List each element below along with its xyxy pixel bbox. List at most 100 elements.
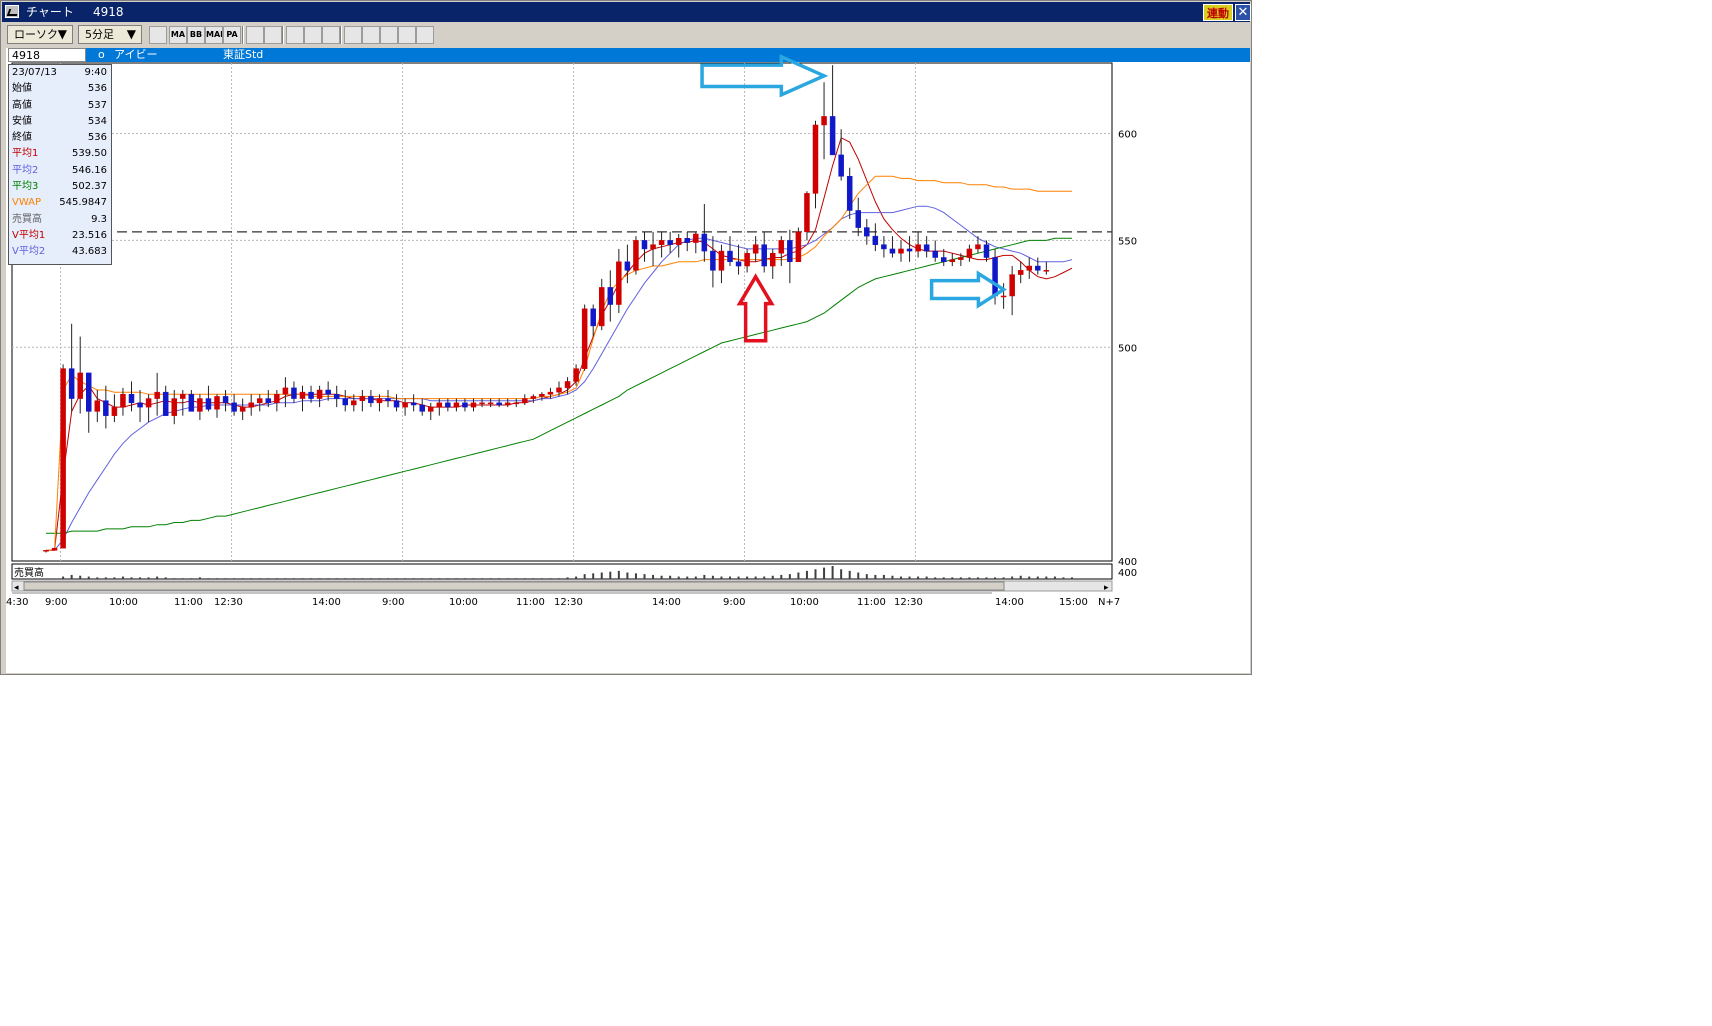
candle-body (710, 250, 716, 271)
param-icon[interactable] (264, 26, 282, 44)
table-icon[interactable] (304, 26, 322, 44)
candle-body (393, 400, 400, 408)
candle-body (590, 308, 596, 327)
legend-row: 始値 536 (9, 81, 111, 97)
scroll-right-icon: ▸ (1104, 583, 1109, 593)
pa-icon[interactable]: PA (223, 26, 241, 44)
legend-row: VWAP 545.9847 (9, 195, 111, 211)
chart-window: チャート 4918 連動 ✕ ローソク ▼ 5分足 ▼ MABBMAEPA o … (0, 0, 1252, 675)
trash-icon[interactable] (380, 26, 398, 44)
x-tick-label: 12:30 (894, 597, 923, 608)
volume-bar (694, 576, 697, 579)
volume-bar (412, 578, 415, 579)
candle-body (231, 402, 237, 412)
x-tick-label: 12:30 (214, 597, 243, 608)
candle-body (658, 240, 665, 245)
link-button[interactable]: 連動 (1203, 4, 1233, 21)
volume-bar (96, 577, 99, 579)
legend-row: 高値 537 (9, 98, 111, 114)
volume-bar (378, 578, 381, 579)
legend-label: 安値 (12, 115, 32, 127)
x-tick-label: 10:00 (790, 597, 819, 608)
volume-bar (558, 578, 560, 579)
candle-body (633, 240, 639, 271)
toolbar: ローソク ▼ 5分足 ▼ MABBMAEPA (2, 23, 1250, 47)
interval-dropdown[interactable]: 5分足 ▼ (78, 25, 142, 44)
candle-body (325, 389, 331, 395)
candle-body (376, 398, 383, 404)
volume-bar (669, 575, 672, 579)
candle-body (641, 240, 648, 250)
ma-icon[interactable]: MA (169, 26, 187, 44)
volume-bar (746, 576, 749, 579)
legend-value: 23.516 (72, 229, 107, 241)
bb-icon[interactable]: BB (187, 26, 205, 44)
legend-value: 536 (87, 83, 107, 95)
volume-bar (643, 574, 646, 579)
volume-bar (523, 578, 526, 579)
volume-bar (968, 577, 971, 579)
volume-bar (267, 578, 270, 579)
volume-bar (874, 574, 877, 579)
volume-bar (284, 578, 287, 579)
candle-body (257, 398, 263, 404)
legend-value: 43.683 (72, 246, 107, 258)
chart-type-dropdown[interactable]: ローソク ▼ (7, 25, 73, 44)
volume-panel (11, 563, 1113, 580)
candle-body (770, 252, 776, 267)
candle-body (675, 238, 682, 245)
candlestick-chart[interactable]: 600 550 500 400 売買高 400 ◂ ▸ 4:30 9:00 10:00 11:00 12… (1, 47, 1249, 677)
candle-body (222, 396, 229, 404)
candle-body (787, 240, 793, 263)
erase-line-icon[interactable] (362, 26, 380, 44)
volume-bar (857, 572, 860, 579)
volume-bar (173, 578, 176, 579)
legend-row: V平均2 43.683 (9, 244, 111, 260)
candle-body (684, 238, 690, 243)
candle-body (889, 248, 896, 254)
volume-bar (600, 572, 603, 579)
candle-body (43, 550, 49, 552)
legend-value: 545.9847 (59, 197, 107, 209)
candle-body (265, 398, 272, 404)
candle-body (188, 394, 195, 412)
candle-body (838, 154, 844, 177)
cursor-icon[interactable] (344, 26, 362, 44)
clear-icon[interactable] (416, 26, 434, 44)
candle-body (556, 387, 562, 393)
interval-label: 5分足 (85, 28, 114, 41)
candle-body (1017, 270, 1024, 275)
candle-body (453, 402, 460, 408)
mae-icon[interactable]: MAE (205, 26, 223, 44)
candle-body (992, 257, 998, 297)
close-icon[interactable]: ✕ (1235, 4, 1251, 21)
draw-line-icon[interactable] (322, 26, 340, 44)
settings-icon[interactable] (398, 26, 416, 44)
candle-body (479, 402, 485, 405)
candle-body (958, 257, 964, 260)
candle-body (402, 402, 408, 408)
window-title: チャート (26, 5, 74, 19)
volume-bar (335, 578, 338, 579)
candle-body (744, 252, 750, 267)
candle-body (462, 402, 468, 408)
volume-bar (1036, 576, 1039, 579)
volume-bar (258, 578, 261, 579)
volume-bar (917, 576, 920, 579)
volume-bar (805, 570, 808, 579)
volume-bar (446, 578, 449, 579)
volume-bar (404, 578, 407, 579)
x-tick-label: 9:00 (382, 597, 404, 608)
candle-body (60, 368, 66, 549)
candle-body (522, 398, 528, 404)
x-tick-label: 10:00 (449, 597, 478, 608)
x-tick-label: 9:00 (723, 597, 745, 608)
candle-body (701, 233, 708, 252)
trend-icon[interactable] (246, 26, 264, 44)
candle-body (812, 124, 819, 194)
candle-settings-icon[interactable] (149, 26, 167, 44)
legend-value: 537 (87, 99, 107, 111)
volume-bar (575, 576, 578, 579)
volume-bar (198, 577, 201, 579)
zoom-icon[interactable] (286, 26, 304, 44)
